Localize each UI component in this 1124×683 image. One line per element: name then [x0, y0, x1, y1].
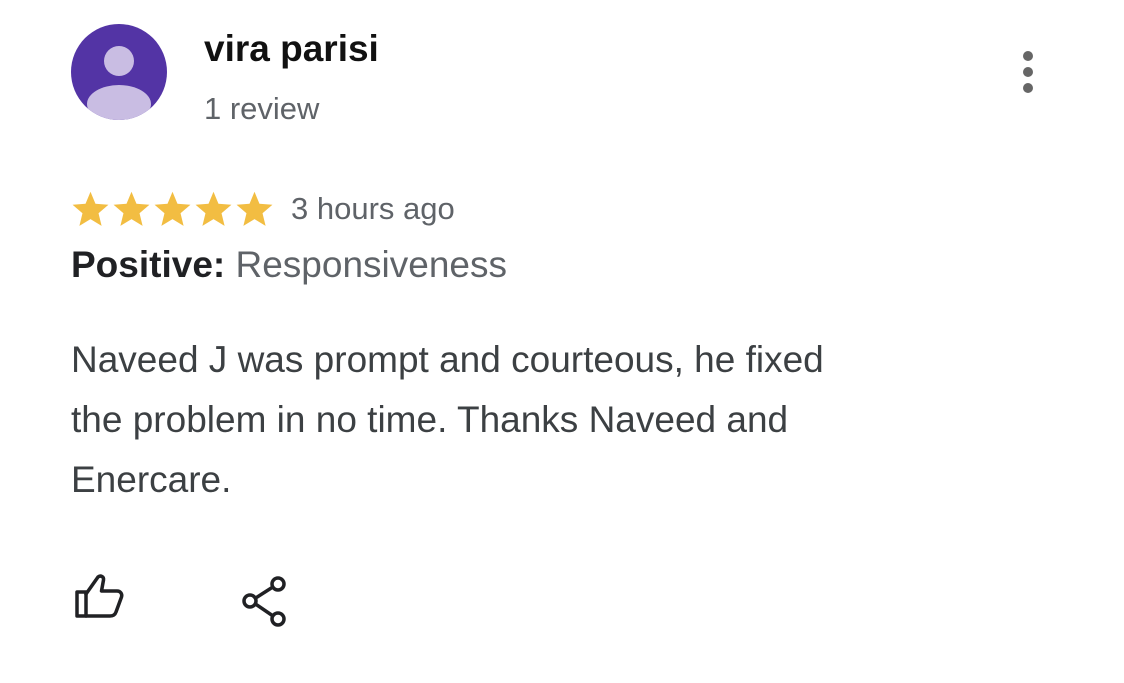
share-icon — [242, 576, 286, 627]
review-text-line: Enercare. — [71, 459, 232, 500]
more-vertical-icon — [1023, 51, 1033, 93]
reviewer-avatar[interactable] — [71, 24, 167, 120]
thumbs-up-icon — [75, 574, 124, 618]
attribute-label: Positive: — [71, 244, 226, 285]
more-options-button[interactable] — [1011, 47, 1045, 97]
star-icon — [195, 191, 232, 226]
reviewer-review-count[interactable]: 1 review — [204, 91, 319, 127]
star-icon — [113, 191, 150, 226]
star-icon — [72, 191, 109, 226]
star-icon — [154, 191, 191, 226]
rating-row: 3 hours ago — [70, 186, 455, 232]
avatar-person-icon — [71, 24, 167, 120]
review-text: Naveed J was prompt and courteous, he fi… — [71, 330, 971, 510]
review-text-line: Naveed J was prompt and courteous, he fi… — [71, 339, 824, 380]
like-button[interactable] — [72, 572, 128, 624]
review-time: 3 hours ago — [291, 191, 455, 226]
reviewer-name[interactable]: vira parisi — [204, 28, 379, 70]
star-icon — [236, 191, 273, 226]
attribute-value: Responsiveness — [235, 244, 507, 285]
star-rating — [70, 189, 275, 230]
share-button[interactable] — [240, 574, 292, 628]
review-text-line: the problem in no time. Thanks Naveed an… — [71, 399, 789, 440]
review-attribute: Positive: Responsiveness — [71, 244, 507, 286]
